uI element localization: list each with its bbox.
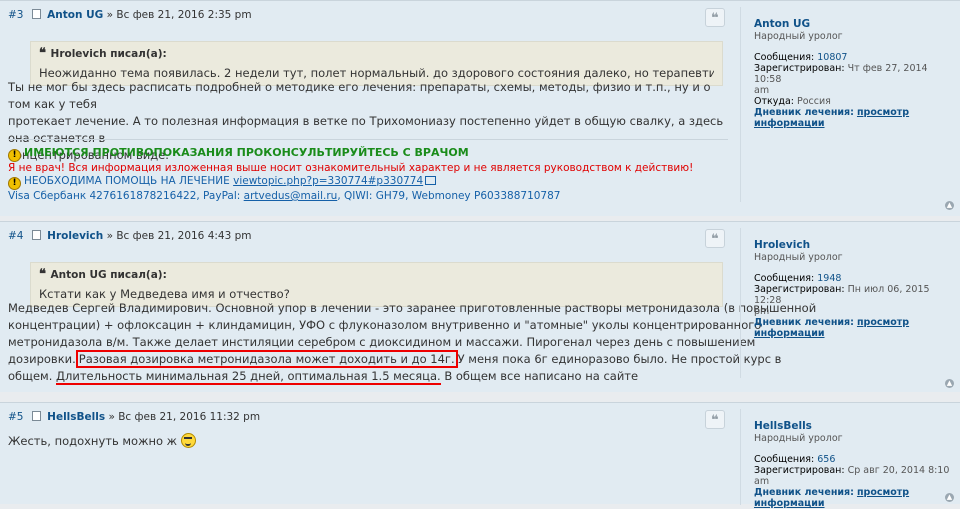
profile-separator [740,228,741,378]
profile-name[interactable]: Anton UG [754,19,954,30]
profile-name[interactable]: HellsBells [754,421,954,432]
post-profile: Hrolevich Народный уролог Сообщения: 194… [754,240,954,340]
underlined-duration: Длительность минимальная 25 дней, оптима… [56,369,441,385]
post-author-link[interactable]: HellsBells [47,411,105,423]
diary-link[interactable]: просмотр [857,107,909,118]
signature-divider [8,139,728,140]
help-link[interactable]: viewtopic.php?p=330774#p330774 [233,175,423,187]
profile-posts-count[interactable]: 656 [817,454,835,465]
smiley-icon [180,433,196,448]
profile-rank: Народный уролог [754,433,843,444]
quote-icon[interactable]: ❝ [705,229,725,248]
post-profile: Anton UG Народный уролог Сообщения: 1080… [754,19,954,130]
post-line: концентрации) + офлоксацин + клиндамицин… [8,318,762,332]
quote-mark-icon: ❝ [39,46,51,61]
post-date: » Вс фев 21, 2016 4:43 pm [106,230,252,242]
post-3: #3 Anton UG » Вс фев 21, 2016 2:35 pm ❝ … [0,0,960,216]
profile-location: Россия [797,96,831,107]
diary-link[interactable]: просмотр [857,317,909,328]
post-file-icon [31,411,41,421]
post-date: » Вс фев 21, 2016 2:35 pm [106,9,252,21]
paypal-link[interactable]: artvedus@mail.ru [244,190,338,202]
back-to-top-icon[interactable]: ▲ [945,493,954,502]
post-content: Медведев Сергей Владимирович. Основной у… [8,300,817,385]
post-header: #3 Anton UG » Вс фев 21, 2016 2:35 pm [8,9,252,21]
quote-author: ❝ Hrolevich писал(а): [39,46,167,61]
quote-icon[interactable]: ❝ [705,8,725,27]
back-to-top-icon[interactable]: ▲ [945,201,954,210]
post-author-link[interactable]: Hrolevich [47,230,103,242]
quote-mark-icon: ❝ [39,267,51,282]
post-date: » Вс фев 21, 2016 11:32 pm [108,411,261,423]
post-line: дозировки. Разовая дозировка метронидазол… [8,350,782,368]
diary-link[interactable]: просмотр [857,487,909,498]
profile-rank: Народный уролог [754,31,843,42]
post-number-link[interactable]: #5 [8,411,23,423]
profile-separator [740,7,741,202]
post-line: Ты не мог бы здесь расписать подробней о… [8,80,711,111]
post-profile: HellsBells Народный уролог Сообщения: 65… [754,421,954,509]
highlighted-dosage: Разовая дозировка метронидазола может до… [75,350,458,368]
post-text: Жесть, подохнуть можно ж [8,434,178,448]
help-label: НЕОБХОДИМА ПОМОЩЬ НА ЛЕЧЕНИЕ [24,175,230,187]
external-link-icon [425,176,437,185]
profile-separator [740,409,741,505]
payment-text-rest: , QIWI: GH79, Webmoney P603388710787 [337,190,561,202]
disclaimer: Я не врач! Вся информация изложенная выш… [8,162,694,174]
payment-text: Visa Сбербанк 4276161878216422, PayPal: [8,190,241,202]
post-file-icon [31,9,41,19]
post-line: метронидазола в/м. Также делает инстиляц… [8,335,756,349]
warning-title: ИМЕЮТСЯ ПРОТИВОПОКАЗАНИЯ ПРОКОНСУЛЬТИРУЙ… [24,146,469,159]
warning-icon: ! [8,149,21,162]
post-line: Медведев Сергей Владимирович. Основной у… [8,301,817,315]
profile-name[interactable]: Hrolevich [754,240,954,251]
quote-text: Неожиданно тема появилась. 2 недели тут,… [39,66,714,80]
signature: ! ИМЕЮТСЯ ПРОТИВОПОКАЗАНИЯ ПРОКОНСУЛЬТИРУ… [8,146,728,203]
post-content: Жесть, подохнуть можно ж [8,433,732,450]
quote-icon[interactable]: ❝ [705,410,725,429]
warning-icon: ! [8,177,21,190]
post-line: протекает лечение. А то полезная информа… [8,114,724,145]
profile-rank: Народный уролог [754,252,843,263]
post-4: #4 Hrolevich » Вс фев 21, 2016 4:43 pm ❝… [0,221,960,392]
post-header: #4 Hrolevich » Вс фев 21, 2016 4:43 pm [8,230,252,242]
post-number-link[interactable]: #3 [8,9,23,21]
quote-author: ❝ Anton UG писал(а): [39,267,167,282]
post-line: общем. Длительность минимальная 25 дней,… [8,369,639,385]
profile-posts-count[interactable]: 1948 [817,273,841,284]
back-to-top-icon[interactable]: ▲ [945,379,954,388]
post-file-icon [31,230,41,240]
post-header: #5 HellsBells » Вс фев 21, 2016 11:32 pm [8,411,260,423]
post-author-link[interactable]: Anton UG [47,9,103,21]
post-5: #5 HellsBells » Вс фев 21, 2016 11:32 pm… [0,402,960,509]
post-number-link[interactable]: #4 [8,230,23,242]
quote-text: Кстати как у Медведева имя и отчество? [39,287,290,301]
profile-posts-count[interactable]: 10807 [817,52,847,63]
